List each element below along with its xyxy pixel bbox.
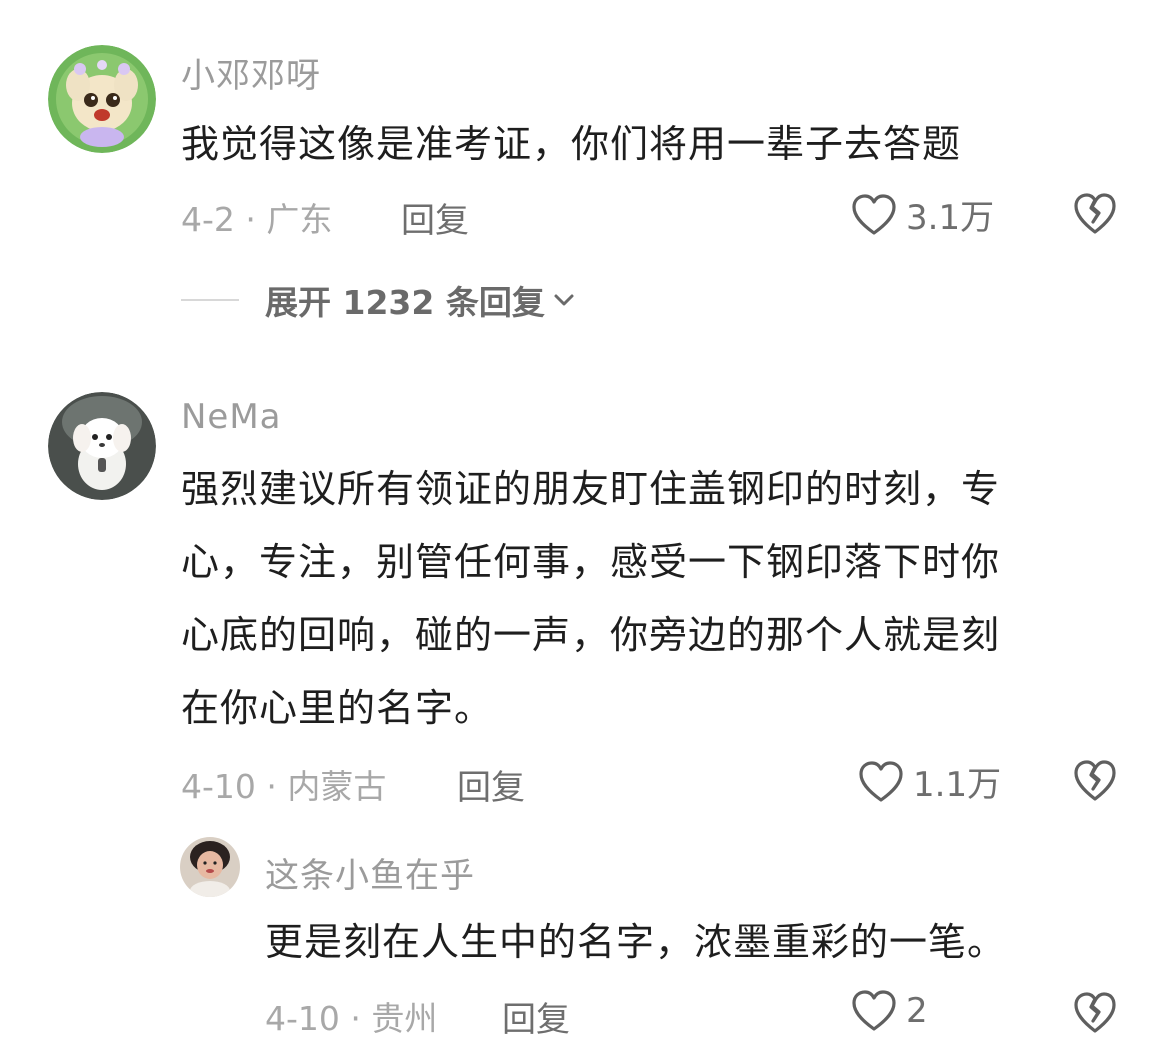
comment-text: 我觉得这像是准考证，你们将用一辈子去答题 bbox=[181, 122, 962, 166]
heart-icon bbox=[852, 193, 896, 235]
like-button[interactable]: 2 bbox=[850, 989, 928, 1033]
heart-icon bbox=[852, 990, 896, 1031]
comment-text-line: 在你心里的名字。 bbox=[181, 686, 494, 730]
comment-text-line: 强烈建议所有领证的朋友盯住盖钢印的时刻，专 bbox=[181, 467, 1001, 511]
avatar[interactable] bbox=[48, 45, 156, 153]
reply-button[interactable]: 回复 bbox=[457, 760, 525, 809]
like-button[interactable]: 3.1万 bbox=[850, 190, 994, 239]
white-puppy-avatar-icon bbox=[48, 392, 156, 500]
username[interactable]: NeMa bbox=[181, 397, 282, 437]
like-button[interactable]: 1.1万 bbox=[857, 757, 1001, 806]
broken-heart-icon[interactable] bbox=[1072, 991, 1118, 1035]
broken-heart-icon[interactable] bbox=[1072, 759, 1118, 803]
comment-meta: 4-10 · 内蒙古 bbox=[181, 767, 387, 806]
comment-text-line: 心底的回响，碰的一声，你旁边的那个人就是刻 bbox=[181, 613, 1001, 657]
expand-replies-button[interactable]: 展开 1232 条回复 bbox=[181, 276, 575, 324]
reply-button[interactable]: 回复 bbox=[502, 992, 570, 1041]
reply-button[interactable]: 回复 bbox=[401, 193, 469, 242]
username[interactable]: 小邓邓呀 bbox=[181, 48, 321, 97]
comment-meta: 4-2 · 广东 bbox=[181, 200, 333, 239]
expand-replies-label: 展开 1232 条回复 bbox=[265, 283, 545, 322]
comment-text: 更是刻在人生中的名字，浓墨重彩的一笔。 bbox=[265, 920, 1007, 964]
chevron-down-icon bbox=[554, 294, 574, 306]
heart-icon bbox=[859, 760, 903, 802]
like-count: 3.1万 bbox=[906, 198, 995, 238]
like-count: 2 bbox=[906, 991, 928, 1031]
comment-meta: 4-10 · 贵州 bbox=[265, 999, 438, 1038]
cartoon-avatar-icon bbox=[48, 45, 156, 153]
comment-text: 强烈建议所有领证的朋友盯住盖钢印的时刻，专 心，专注，别管任何事，感受一下钢印落… bbox=[181, 453, 1141, 745]
photo-avatar-icon bbox=[180, 837, 240, 897]
comment-text-line: 心，专注，别管任何事，感受一下钢印落下时你 bbox=[181, 540, 1001, 584]
username[interactable]: 这条小鱼在乎 bbox=[265, 848, 475, 897]
avatar[interactable] bbox=[48, 392, 156, 500]
like-count: 1.1万 bbox=[913, 765, 1002, 805]
avatar[interactable] bbox=[180, 837, 240, 897]
broken-heart-icon[interactable] bbox=[1072, 192, 1118, 236]
divider bbox=[181, 299, 239, 301]
